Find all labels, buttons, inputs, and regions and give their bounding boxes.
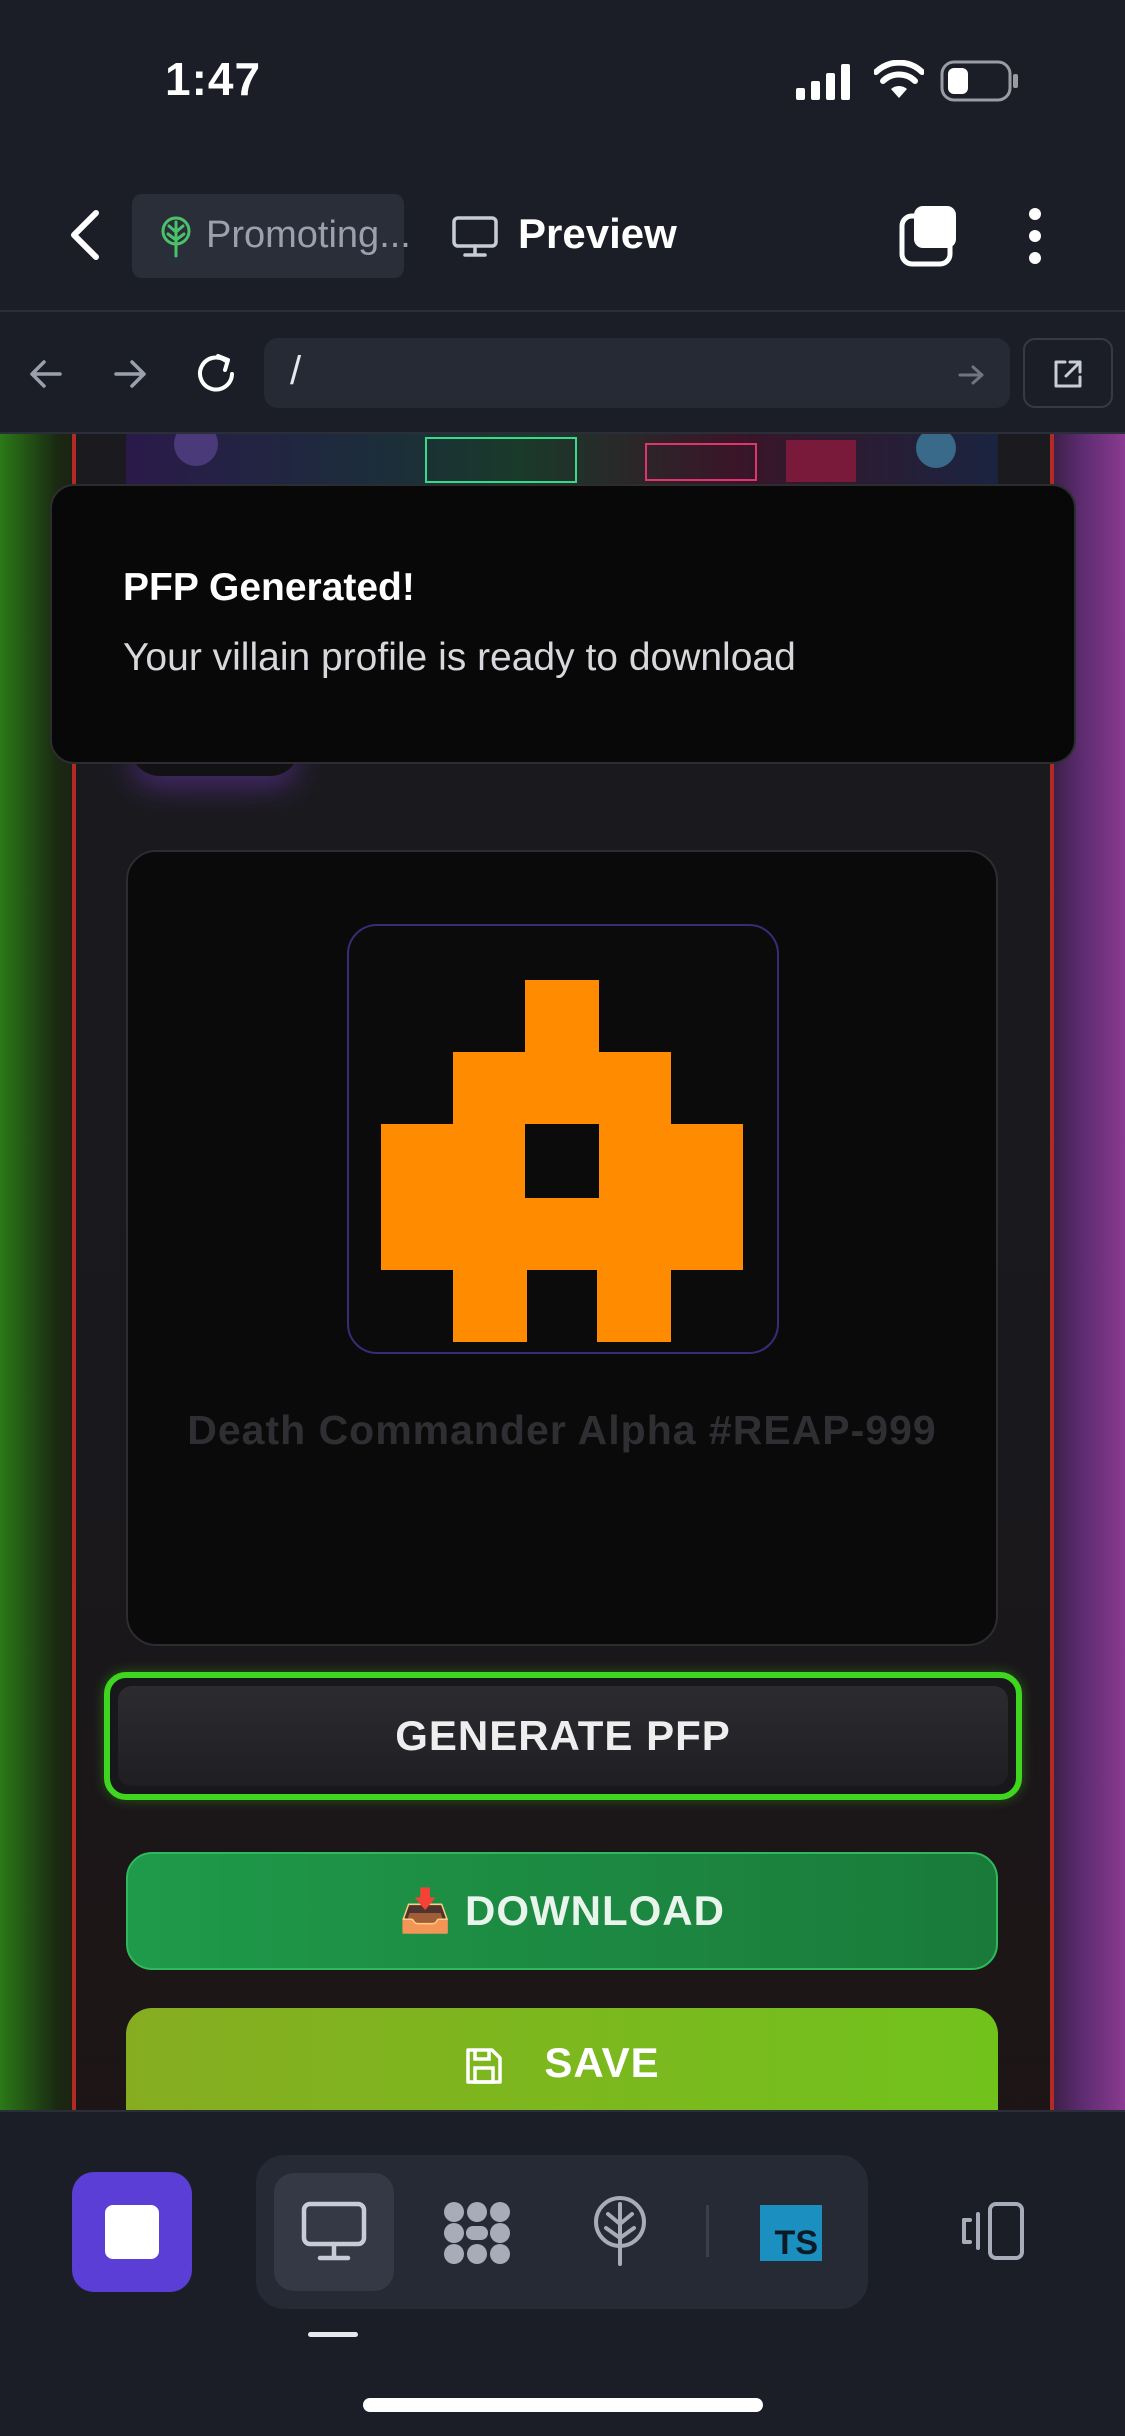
url-path: / <box>290 349 302 393</box>
nav-back-arrow-icon[interactable] <box>26 354 66 394</box>
download-label: 📥 DOWNLOAD <box>399 1887 725 1934</box>
desktop-preview-icon <box>301 2201 367 2261</box>
cellular-signal-icon <box>796 64 850 100</box>
external-link-icon <box>1054 360 1082 388</box>
pfp-name: Death Commander Alpha #REAP-999 <box>187 1407 937 1453</box>
battery-icon <box>940 60 1018 102</box>
nav-forward-arrow-icon[interactable] <box>110 354 150 394</box>
go-arrow-icon[interactable] <box>956 360 986 390</box>
hero-banner-image <box>126 434 998 486</box>
active-tab-indicator <box>308 2332 358 2337</box>
pixel-avatar-image <box>381 980 743 1342</box>
status-time: 1:47 <box>165 53 262 105</box>
back-chevron-icon[interactable] <box>60 205 110 265</box>
toast-title: PFP Generated! <box>123 566 415 609</box>
workflow-nodes-icon[interactable] <box>440 2198 514 2268</box>
reload-icon[interactable] <box>192 350 242 398</box>
toolbar-divider <box>706 2205 709 2257</box>
toast-notification[interactable] <box>50 484 1076 764</box>
more-options-icon[interactable] <box>1020 206 1050 266</box>
url-input[interactable] <box>264 338 1010 408</box>
stop-icon <box>105 2205 159 2259</box>
toast-message: Your villain profile is ready to downloa… <box>123 636 796 679</box>
typescript-badge-label: TS <box>774 2224 818 2262</box>
tabs-switcher-icon[interactable] <box>898 204 962 268</box>
wifi-icon <box>874 60 924 98</box>
home-indicator[interactable] <box>363 2398 763 2412</box>
monitor-icon <box>452 216 498 257</box>
generate-pfp-label: GENERATE PFP <box>395 1712 731 1759</box>
save-label: SAVE <box>544 2039 660 2086</box>
preview-tab[interactable]: Preview <box>518 210 677 258</box>
deploy-tree-tab-icon[interactable] <box>590 2194 650 2268</box>
project-chip-label: Promoting... <box>206 214 411 256</box>
pfp-image-frame <box>347 924 779 1354</box>
device-rotate-icon[interactable] <box>956 2200 1028 2262</box>
deploy-tree-icon <box>161 216 191 258</box>
